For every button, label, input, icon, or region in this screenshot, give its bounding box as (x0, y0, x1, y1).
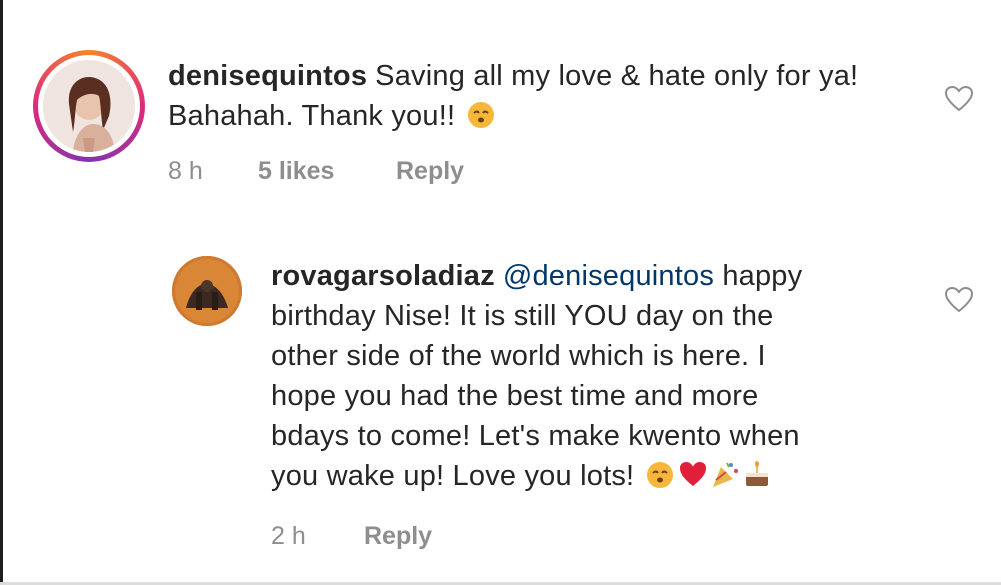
reply-text-line: happy (722, 260, 803, 292)
reply-text-line: birthday Nise! It is still YOU day on th… (271, 300, 774, 332)
reply-text-line: you wake up! Love you lots! (271, 460, 635, 492)
reply-meta: 2 h Reply (271, 522, 432, 551)
reply-text-line: other side of the world which is here. I (271, 340, 766, 372)
mention-link[interactable]: @denisequintos (503, 260, 714, 292)
username[interactable]: denisequintos (168, 60, 367, 92)
avatar[interactable] (172, 256, 242, 326)
comment-meta: 8 h 5 likes Reply (168, 157, 464, 186)
timestamp: 2 h (271, 522, 306, 550)
red-heart-emoji-icon (677, 459, 709, 500)
comment-body: denisequintos Saving all my love & hate o… (168, 56, 928, 140)
reply-text-line: bdays to come! Let's make kwento when (271, 420, 800, 452)
reply-button[interactable]: Reply (396, 157, 464, 186)
profile-photo-icon (172, 256, 242, 326)
like-heart-icon[interactable] (944, 85, 974, 113)
face-emoji-icon (643, 459, 677, 500)
timestamp: 8 h (168, 157, 203, 185)
reply-button[interactable]: Reply (364, 522, 432, 551)
reply-body: rovagarsoladiaz @denisequintos happy birt… (271, 256, 911, 500)
avatar[interactable] (43, 60, 135, 152)
profile-photo-icon (43, 60, 135, 152)
like-heart-icon[interactable] (944, 286, 974, 314)
party-popper-emoji-icon (709, 459, 741, 500)
reply-comment: rovagarsoladiaz @denisequintos happy birt… (0, 230, 1001, 570)
face-emoji-icon (464, 99, 498, 140)
birthday-cake-emoji-icon (741, 459, 773, 500)
username[interactable]: rovagarsoladiaz (271, 260, 495, 292)
reply-text-line: hope you had the best time and more (271, 380, 759, 412)
comment: denisequintos Saving all my love & hate o… (0, 0, 1001, 200)
likes-count-link[interactable]: 5 likes (258, 157, 396, 186)
